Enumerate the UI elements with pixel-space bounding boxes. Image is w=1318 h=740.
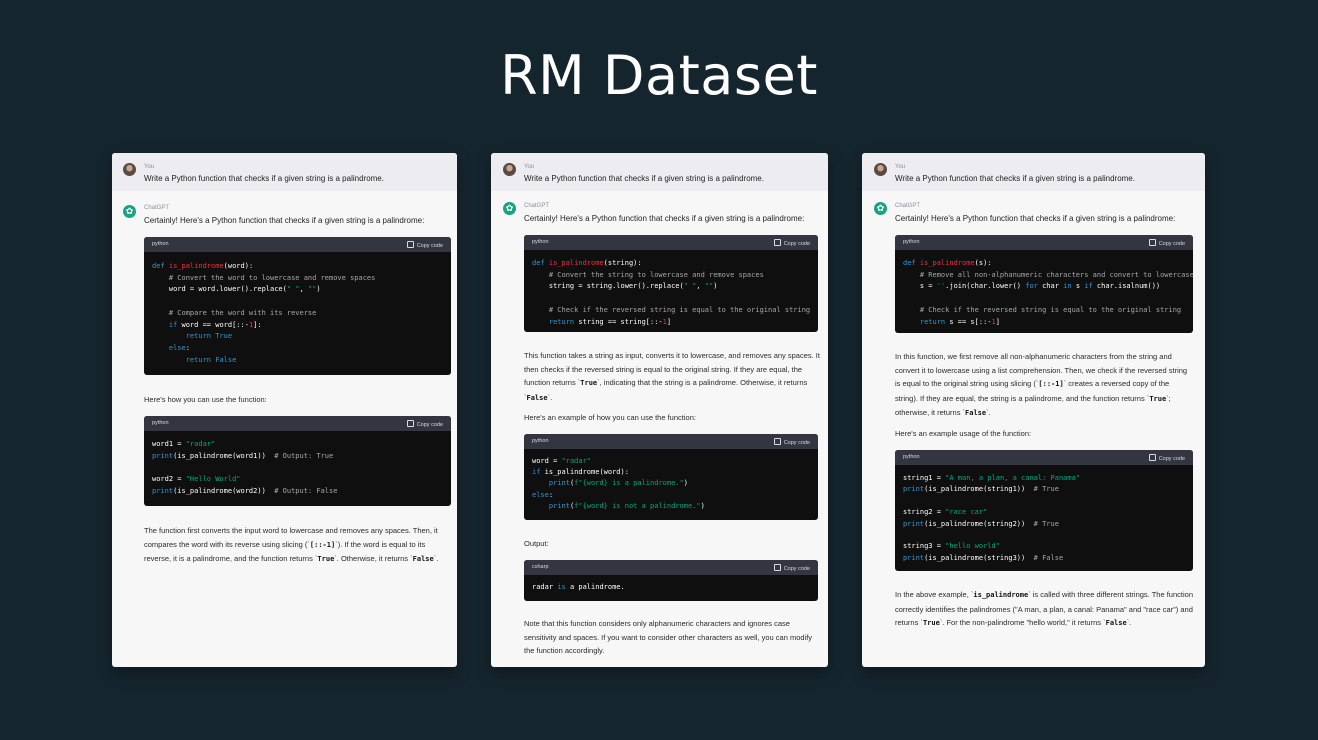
page-title: RM Dataset <box>500 44 818 107</box>
user-prompt: Write a Python function that checks if a… <box>144 174 384 183</box>
chatgpt-icon: ✿ <box>874 202 887 215</box>
response-text: Here's an example of how you can use the… <box>524 413 696 422</box>
code-language: csharp <box>532 564 549 570</box>
chat-panel-2: You Write a Python function that checks … <box>491 153 828 667</box>
chatgpt-icon: ✿ <box>123 205 136 218</box>
user-avatar <box>874 163 887 176</box>
user-role-label: You <box>144 164 155 170</box>
code-language: python <box>532 438 549 444</box>
code-block: python Copy code string1 = "A man, a plan… <box>895 450 1193 571</box>
response-text: This function takes a string as input, c… <box>524 351 820 402</box>
user-prompt: Write a Python function that checks if a… <box>895 174 1135 183</box>
copy-code-button[interactable]: Copy code <box>406 241 443 249</box>
copy-icon <box>1148 239 1156 246</box>
assistant-intro: Certainly! Here's a Python function that… <box>895 214 1176 223</box>
response-text: The function first converts the input wo… <box>144 526 439 563</box>
user-avatar <box>503 163 516 176</box>
response-text: Note that this function considers only a… <box>524 619 813 655</box>
copy-code-button[interactable]: Copy code <box>1148 239 1185 247</box>
response-text: Here's an example usage of the function: <box>895 429 1032 438</box>
code-language: python <box>152 420 169 426</box>
chatgpt-icon: ✿ <box>503 202 516 215</box>
assistant-role-label: ChatGPT <box>524 203 550 209</box>
copy-icon <box>773 438 781 445</box>
copy-code-button[interactable]: Copy code <box>773 438 810 446</box>
user-message: You Write a Python function that checks … <box>112 153 457 191</box>
code-content: def is_palindrome(word): # Convert the w… <box>152 262 376 364</box>
code-content: radar is a palindrome. <box>532 583 625 591</box>
code-content: def is_palindrome(string): # Convert the… <box>532 259 811 326</box>
code-block: csharp Copy code radar is a palindrome. <box>524 560 818 601</box>
chat-panel-1: You Write a Python function that checks … <box>112 153 457 667</box>
code-language: python <box>152 241 169 247</box>
copy-icon <box>406 241 414 248</box>
user-avatar <box>123 163 136 176</box>
copy-icon <box>406 420 414 427</box>
copy-code-button[interactable]: Copy code <box>773 239 810 247</box>
code-content: string1 = "A man, a plan, a canal: Panam… <box>903 474 1081 562</box>
assistant-intro: Certainly! Here's a Python function that… <box>524 214 805 223</box>
assistant-intro: Certainly! Here's a Python function that… <box>144 216 425 225</box>
chat-panel-3: You Write a Python function that checks … <box>862 153 1205 667</box>
user-message: You Write a Python function that checks … <box>862 153 1205 191</box>
code-language: python <box>903 239 920 245</box>
assistant-role-label: ChatGPT <box>895 203 921 209</box>
code-content: word1 = "radar" print(is_palindrome(word… <box>152 440 338 495</box>
user-message: You Write a Python function that checks … <box>491 153 828 191</box>
response-text: Here's how you can use the function: <box>144 395 267 404</box>
code-language: python <box>532 239 549 245</box>
copy-code-button[interactable]: Copy code <box>773 564 810 572</box>
user-role-label: You <box>524 164 535 170</box>
copy-icon <box>773 239 781 246</box>
copy-code-button[interactable]: Copy code <box>406 420 443 428</box>
response-text: Output: <box>524 539 549 548</box>
user-role-label: You <box>895 164 906 170</box>
response-text: In the above example, `is_palindrome` is… <box>895 590 1193 627</box>
code-content: def is_palindrome(s): # Remove all non-a… <box>903 259 1193 326</box>
copy-icon <box>1148 454 1156 461</box>
code-block: python Copy code word = "radar" if is_pal… <box>524 434 818 520</box>
copy-icon <box>773 564 781 571</box>
code-block: python Copy code word1 = "radar" print(is… <box>144 416 451 506</box>
response-text: In this function, we first remove all no… <box>895 352 1188 417</box>
copy-code-button[interactable]: Copy code <box>1148 454 1185 462</box>
code-block: python Copy code def is_palindrome(s): # … <box>895 235 1193 333</box>
code-content: word = "radar" if is_palindrome(word): p… <box>532 457 705 510</box>
assistant-role-label: ChatGPT <box>144 205 170 211</box>
user-prompt: Write a Python function that checks if a… <box>524 174 764 183</box>
code-block: python Copy code def is_palindrome(word):… <box>144 237 451 375</box>
code-block: python Copy code def is_palindrome(string… <box>524 235 818 332</box>
code-language: python <box>903 454 920 460</box>
